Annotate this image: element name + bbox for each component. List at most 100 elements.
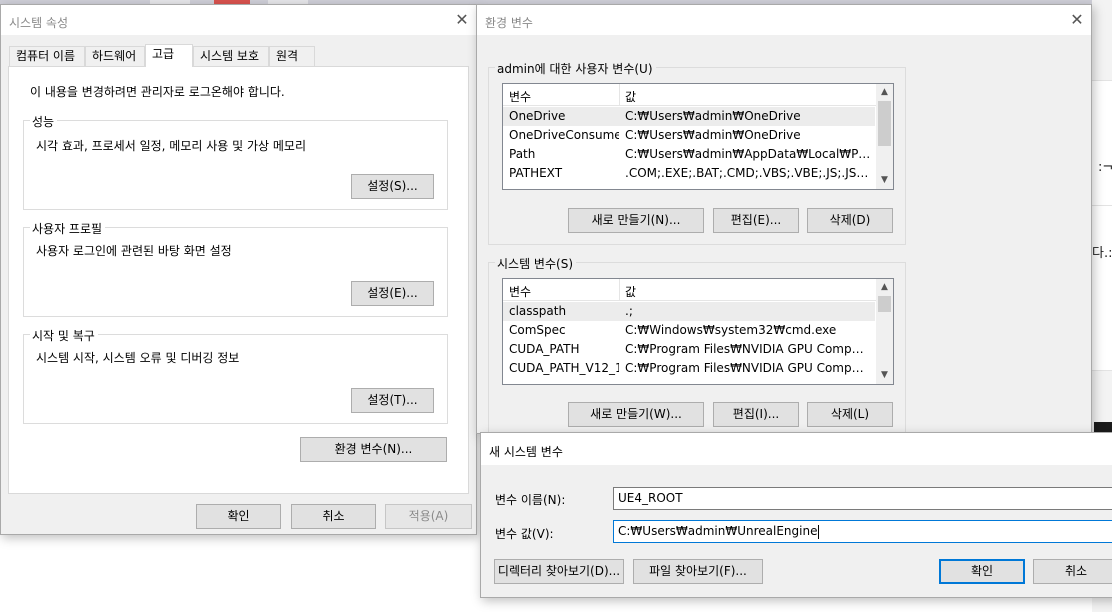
user-delete-button[interactable]: 삭제(D) <box>807 208 893 233</box>
system-properties-dialog: 시스템 속성 ✕ 컴퓨터 이름 하드웨어 고급 시스템 보호 원격 이 내용을 … <box>0 4 477 535</box>
performance-settings-button[interactable]: 설정(S)... <box>351 174 434 199</box>
environment-variables-dialog: 환경 변수 ✕ admin에 대한 사용자 변수(U) 변수 값 OneDriv… <box>476 4 1092 437</box>
system-variables-list[interactable]: 변수 값 classpath .; ComSpec C:₩Windows₩sys… <box>502 278 894 385</box>
group-label: 성능 <box>30 113 58 130</box>
group-description: 시스템 시작, 시스템 오류 및 디버깅 정보 <box>36 351 240 365</box>
browse-directory-button[interactable]: 디렉터리 찾아보기(D)... <box>494 559 624 584</box>
ok-button[interactable]: 확인 <box>939 559 1025 584</box>
table-row[interactable]: classpath .; <box>503 302 875 321</box>
close-icon[interactable]: ✕ <box>1067 10 1087 30</box>
cancel-button[interactable]: 취소 <box>1033 559 1112 584</box>
background-divider <box>1092 370 1112 371</box>
variable-name-label: 변수 이름(N): <box>495 493 566 507</box>
variable-value: C:₩Program Files₩NVIDIA GPU Computing... <box>625 361 871 375</box>
group-description: 시각 효과, 프로세서 일정, 메모리 사용 및 가상 메모리 <box>36 139 306 153</box>
group-label: 사용자 프로필 <box>30 220 106 237</box>
user-edit-button[interactable]: 편집(E)... <box>713 208 799 233</box>
column-header-name[interactable]: 변수 <box>509 283 531 300</box>
column-header-value[interactable]: 값 <box>625 88 636 105</box>
scroll-down-icon[interactable]: ▼ <box>876 172 893 189</box>
variable-name: classpath <box>509 304 567 318</box>
vertical-scrollbar[interactable]: ▲ ▼ <box>876 279 893 384</box>
cancel-button[interactable]: 취소 <box>291 504 376 529</box>
table-row[interactable]: CUDA_PATH_V12_1 C:₩Program Files₩NVIDIA … <box>503 359 875 378</box>
system-edit-button[interactable]: 편집(I)... <box>713 402 799 427</box>
title-bar: 시스템 속성 ✕ <box>1 5 476 35</box>
background-divider <box>1092 205 1112 206</box>
variable-value-label: 변수 값(V): <box>495 527 554 541</box>
variable-value-text: C:₩Users₩admin₩UnrealEngine <box>618 524 818 538</box>
dialog-title: 새 시스템 변수 <box>489 445 563 459</box>
user-new-button[interactable]: 새로 만들기(N)... <box>568 208 704 233</box>
variable-value: C:₩Users₩admin₩OneDrive <box>625 109 801 123</box>
tab-system-protection[interactable]: 시스템 보호 <box>193 46 269 66</box>
group-label: 시작 및 복구 <box>30 327 98 344</box>
variable-name-field[interactable]: UE4_ROOT <box>613 487 1112 510</box>
startup-recovery-group: 시작 및 복구 시스템 시작, 시스템 오류 및 디버깅 정보 설정(T)... <box>23 327 448 424</box>
startup-recovery-settings-button[interactable]: 설정(T)... <box>351 388 434 413</box>
column-header-value[interactable]: 값 <box>625 283 636 300</box>
variable-name: OneDriveConsumer <box>509 128 619 142</box>
system-variables-group: 시스템 변수(S) 변수 값 classpath .; ComSpec C:₩W… <box>488 255 906 437</box>
scroll-up-icon[interactable]: ▲ <box>876 84 893 101</box>
list-header: 변수 값 <box>503 84 893 106</box>
tab-remote[interactable]: 원격 <box>269 46 315 66</box>
vertical-scrollbar[interactable]: ▲ ▼ <box>876 84 893 189</box>
table-row[interactable]: CUDA_PATH C:₩Program Files₩NVIDIA GPU Co… <box>503 340 875 359</box>
table-row[interactable]: Path C:₩Users₩admin₩AppData₩Local₩Progra… <box>503 145 875 164</box>
tab-advanced[interactable]: 고급 <box>145 44 193 67</box>
ok-button[interactable]: 확인 <box>196 504 281 529</box>
scroll-thumb[interactable] <box>878 101 891 146</box>
title-bar: 새 시스템 변수 <box>481 433 1112 465</box>
text-caret <box>818 524 820 539</box>
new-system-variable-dialog: 새 시스템 변수 변수 이름(N): UE4_ROOT 변수 값(V): C:₩… <box>480 432 1112 598</box>
variable-value: C:₩Users₩admin₩AppData₩Local₩Progra... <box>625 147 871 161</box>
tab-hardware[interactable]: 하드웨어 <box>85 46 145 66</box>
browse-file-button[interactable]: 파일 찾아보기(F)... <box>633 559 763 584</box>
background-panel <box>1092 80 1112 370</box>
variable-value: .COM;.EXE;.BAT;.CMD;.VBS;.VBE;.JS;.JSE;.… <box>625 166 871 180</box>
environment-variables-button[interactable]: 환경 변수(N)... <box>300 437 447 462</box>
user-profiles-group: 사용자 프로필 사용자 로그인에 관련된 바탕 화면 설정 설정(E)... <box>23 220 448 317</box>
user-variables-list[interactable]: 변수 값 OneDrive C:₩Users₩admin₩OneDrive On… <box>502 83 894 190</box>
dialog-title: 환경 변수 <box>485 16 533 30</box>
group-description: 사용자 로그인에 관련된 바탕 화면 설정 <box>36 244 232 258</box>
scroll-down-icon[interactable]: ▼ <box>876 367 893 384</box>
admin-notice: 이 내용을 변경하려면 관리자로 로그온해야 합니다. <box>30 85 285 99</box>
variable-value: C:₩Program Files₩NVIDIA GPU Computing... <box>625 342 871 356</box>
variable-value-field[interactable]: C:₩Users₩admin₩UnrealEngine <box>613 520 1112 543</box>
background-text: :¬ <box>1098 160 1112 175</box>
apply-button[interactable]: 적용(A) <box>385 504 472 529</box>
group-label: admin에 대한 사용자 변수(U) <box>495 60 656 77</box>
user-profiles-settings-button[interactable]: 설정(E)... <box>351 281 434 306</box>
variable-name: ComSpec <box>509 323 566 337</box>
scroll-thumb[interactable] <box>878 296 891 312</box>
performance-group: 성능 시각 효과, 프로세서 일정, 메모리 사용 및 가상 메모리 설정(S)… <box>23 113 448 210</box>
advanced-tab-panel: 이 내용을 변경하려면 관리자로 로그온해야 합니다. 성능 시각 효과, 프로… <box>8 66 469 494</box>
title-bar: 환경 변수 ✕ <box>477 5 1091 35</box>
column-header-name[interactable]: 변수 <box>509 88 531 105</box>
group-label: 시스템 변수(S) <box>495 255 576 272</box>
tab-computer-name[interactable]: 컴퓨터 이름 <box>9 46 85 66</box>
variable-name: OneDrive <box>509 109 566 123</box>
variable-name: CUDA_PATH <box>509 342 580 356</box>
list-header: 변수 값 <box>503 279 893 301</box>
column-separator[interactable] <box>619 279 620 301</box>
variable-name: Path <box>509 147 536 161</box>
variable-name: PATHEXT <box>509 166 563 180</box>
system-delete-button[interactable]: 삭제(L) <box>807 402 893 427</box>
user-variables-group: admin에 대한 사용자 변수(U) 변수 값 OneDrive C:₩Use… <box>488 60 906 245</box>
background-text: 다.: <box>1092 246 1112 261</box>
scroll-up-icon[interactable]: ▲ <box>876 279 893 296</box>
variable-value: C:₩Users₩admin₩OneDrive <box>625 128 801 142</box>
variable-name: CUDA_PATH_V12_1 <box>509 361 619 375</box>
system-new-button[interactable]: 새로 만들기(W)... <box>568 402 704 427</box>
table-row[interactable]: ComSpec C:₩Windows₩system32₩cmd.exe <box>503 321 875 340</box>
table-row[interactable]: OneDriveConsumer C:₩Users₩admin₩OneDrive <box>503 126 875 145</box>
variable-value: C:₩Windows₩system32₩cmd.exe <box>625 323 837 337</box>
column-separator[interactable] <box>619 84 620 106</box>
variable-name-value: UE4_ROOT <box>618 491 683 505</box>
table-row[interactable]: OneDrive C:₩Users₩admin₩OneDrive <box>503 107 875 126</box>
close-icon[interactable]: ✕ <box>452 10 472 30</box>
table-row[interactable]: PATHEXT .COM;.EXE;.BAT;.CMD;.VBS;.VBE;.J… <box>503 164 875 183</box>
